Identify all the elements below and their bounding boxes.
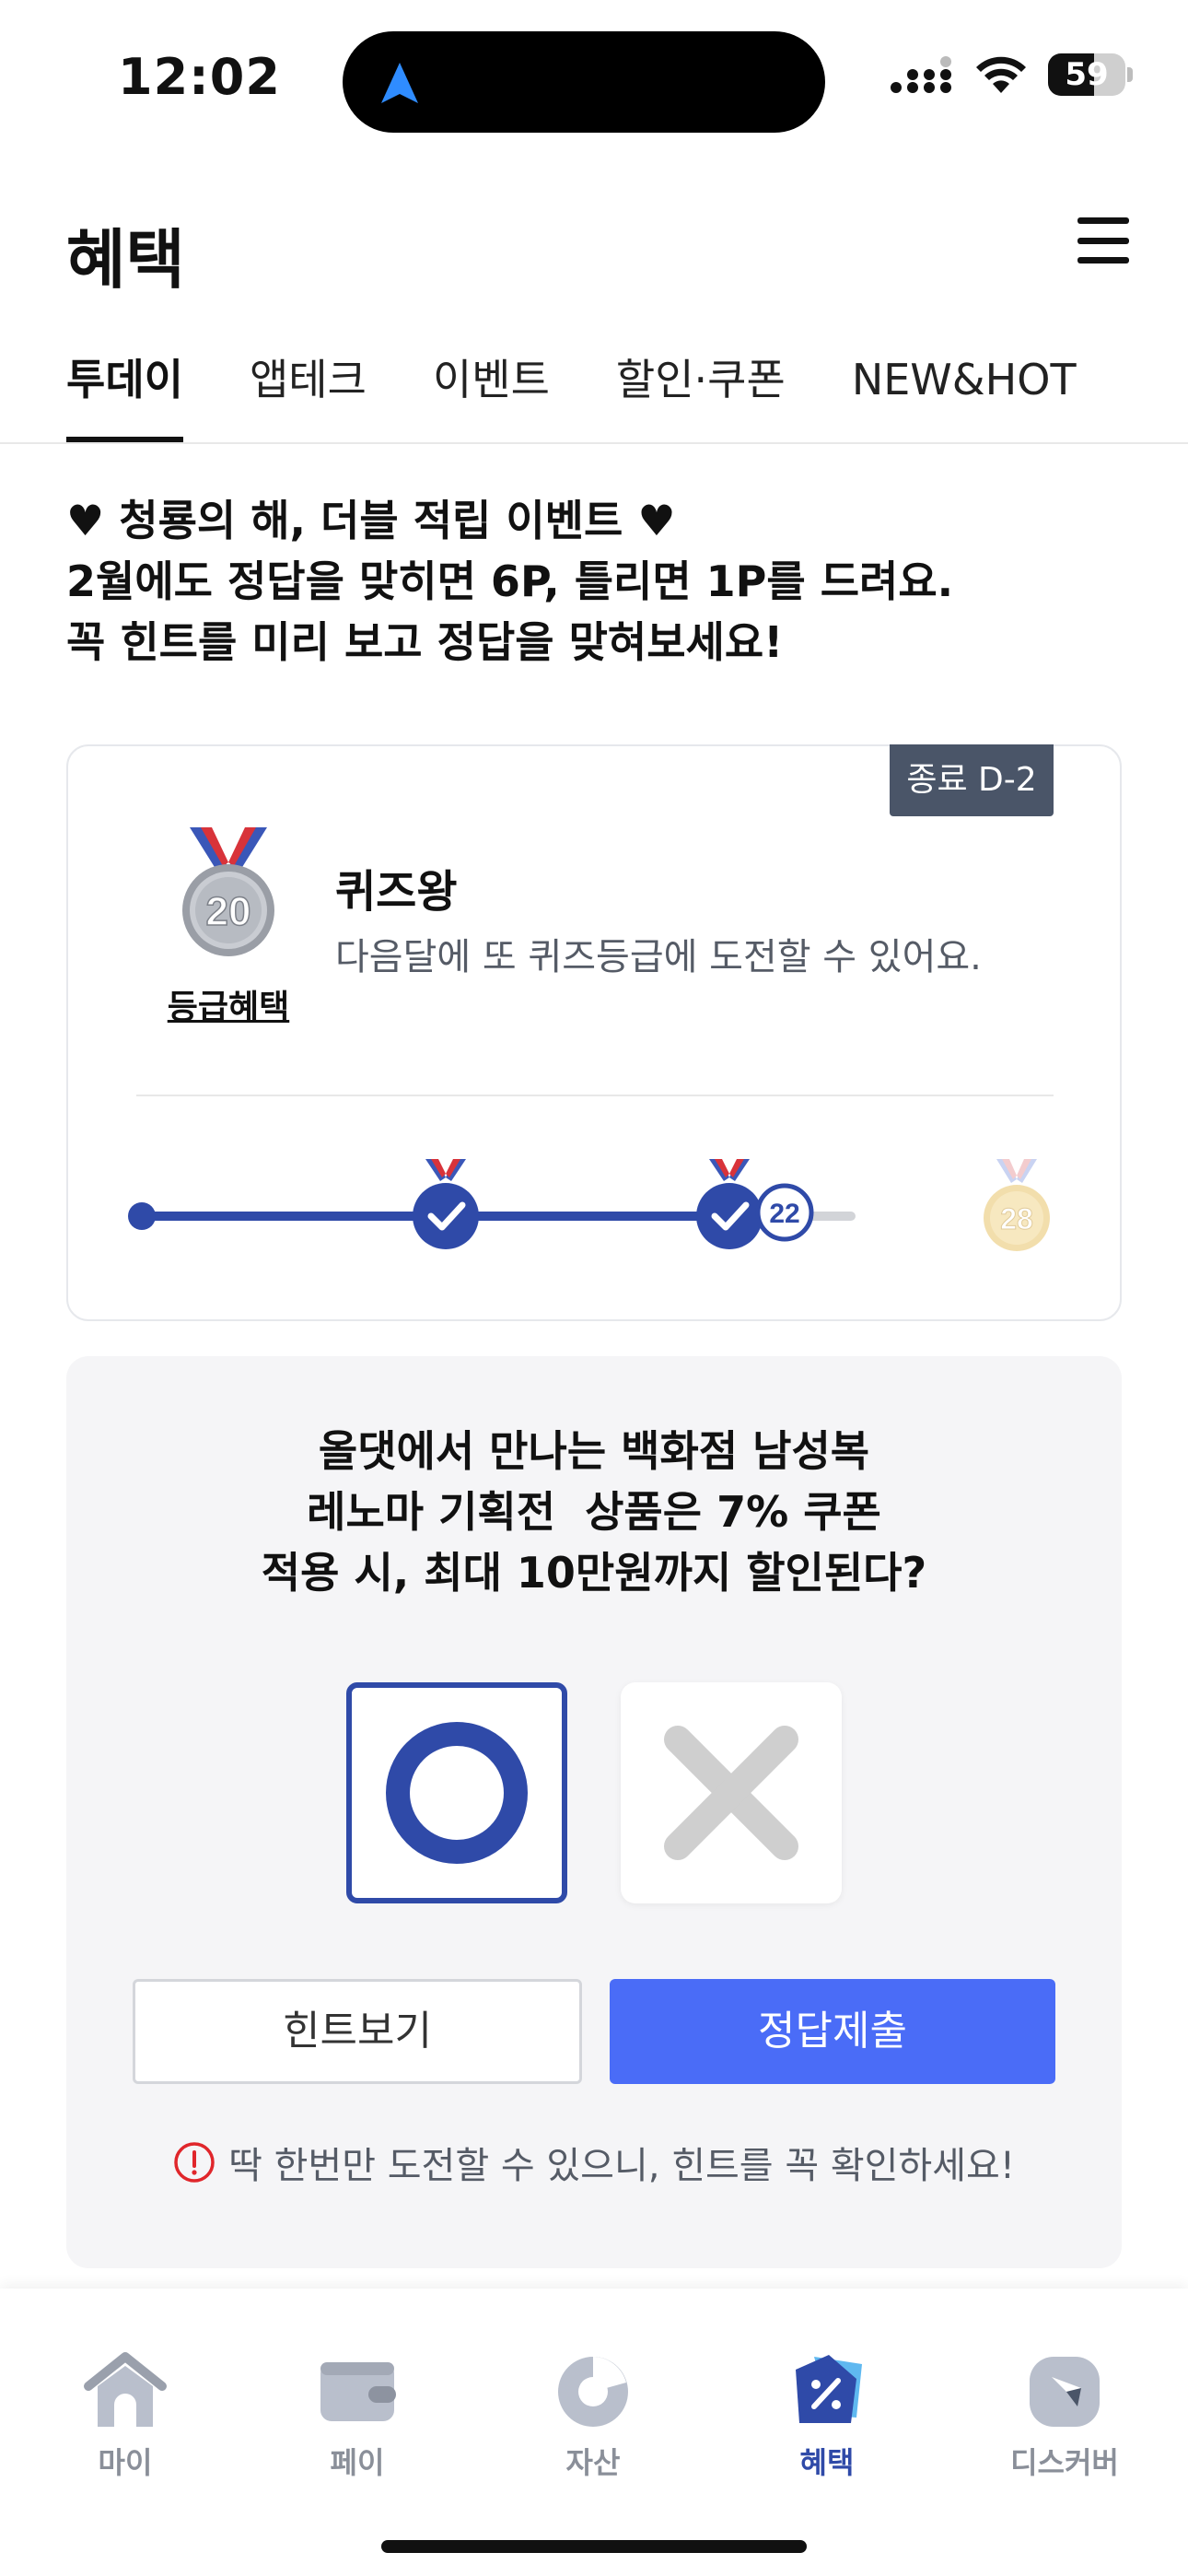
bottom-navigation: 마이 페이 자산 혜택 디스커버 (0, 2289, 1188, 2576)
nav-item-pay[interactable]: 페이 (274, 2346, 440, 2493)
checkpoint-2-check-icon (696, 1159, 763, 1249)
silver-medal-icon: 20 (182, 827, 274, 956)
nav-label-benefit: 혜택 (799, 2445, 855, 2480)
nav-item-assets[interactable]: 자산 (510, 2346, 676, 2493)
goal-gold-medal-icon: 28 (984, 1159, 1050, 1251)
dynamic-island (343, 31, 825, 133)
wifi-icon (976, 56, 1026, 93)
grade-name: 퀴즈왕 (335, 866, 458, 918)
compass-icon (1030, 2357, 1100, 2427)
cellular-signal-icon (891, 56, 951, 93)
nav-label-my: 마이 (98, 2445, 153, 2480)
end-dday-badge: 종료 D-2 (890, 744, 1054, 816)
tab-apptech[interactable]: 앱테크 (250, 354, 367, 442)
quiz-question: 올댓에서 만나는 백화점 남성복 레노마 기획전 상품은 7% 쿠폰 적용 시,… (66, 1421, 1122, 1603)
answer-x-button[interactable] (621, 1682, 842, 1903)
checkpoint-1-check-icon (413, 1159, 479, 1249)
tab-new-hot[interactable]: NEW&HOT (852, 354, 1077, 442)
exclamation-circle-icon (174, 2142, 215, 2183)
quiz-grade-card: 종료 D-2 20 등급혜택 퀴즈왕 다음달에 또 퀴즈등급에 도전할 수 있어… (66, 744, 1122, 1321)
pie-chart-icon (558, 2357, 628, 2427)
wallet-icon (320, 2362, 396, 2421)
question-line-1: 올댓에서 만나는 백화점 남성복 (318, 1426, 870, 1476)
question-line-2: 레노마 기획전 상품은 7% 쿠폰 (307, 1487, 881, 1537)
submit-answer-button[interactable]: 정답제출 (610, 1979, 1055, 2084)
quiz-card: 올댓에서 만나는 백화점 남성복 레노마 기획전 상품은 7% 쿠폰 적용 시,… (66, 1356, 1122, 2268)
cross-x-icon (664, 1726, 798, 1860)
battery-level: 59 (1065, 56, 1109, 93)
nav-label-discover: 디스커버 (1010, 2445, 1119, 2480)
page-title: 혜택 (66, 222, 185, 298)
nav-item-discover[interactable]: 디스커버 (982, 2346, 1147, 2493)
hamburger-menu-icon[interactable] (1077, 217, 1129, 263)
home-indicator (381, 2540, 807, 2553)
progress-start-dot (128, 1202, 156, 1230)
event-intro: ♥ 청룡의 해, 더블 적립 이벤트 ♥ 2월에도 정답을 맞히면 6P, 틀리… (66, 490, 953, 673)
home-icon (84, 2352, 167, 2427)
current-progress-value: 22 (769, 1199, 799, 1229)
warning-message: 딱 한번만 도전할 수 있으니, 힌트를 꼭 확인하세요! (66, 2136, 1122, 2189)
status-time: 12:02 (118, 48, 281, 106)
grade-benefit-link[interactable]: 등급혜택 (147, 980, 309, 1028)
nav-label-pay: 페이 (330, 2445, 385, 2480)
navigation-arrow-icon (381, 63, 418, 103)
intro-line-2: 2월에도 정답을 맞히면 6P, 틀리면 1P를 드려요. (66, 556, 954, 606)
nav-item-benefit[interactable]: 혜택 (744, 2346, 910, 2493)
tab-today[interactable]: 투데이 (66, 354, 183, 442)
grade-description: 다음달에 또 퀴즈등급에 도전할 수 있어요. (335, 936, 982, 978)
benefit-screen: 12:02 59 혜택 투데이 앱테크 이벤트 할인·쿠폰 NEW&HOT ♥ … (0, 0, 1188, 2576)
question-line-3: 적용 시, 최대 10만원까지 할인된다? (261, 1548, 927, 1598)
status-indicators: 59 (890, 52, 1133, 98)
intro-line-1: ♥ 청룡의 해, 더블 적립 이벤트 ♥ (66, 496, 676, 545)
tabs-divider (0, 442, 1188, 444)
intro-line-3: 꼭 힌트를 미리 보고 정답을 맞혀보세요! (66, 617, 784, 667)
current-progress-marker: 22 (755, 1183, 814, 1242)
view-hint-button[interactable]: 힌트보기 (133, 1979, 582, 2084)
category-tabs: 투데이 앱테크 이벤트 할인·쿠폰 NEW&HOT (66, 354, 1077, 442)
goal-progress-value: 28 (1000, 1202, 1033, 1235)
battery-icon: 59 (1048, 53, 1133, 96)
nav-label-assets: 자산 (565, 2445, 621, 2480)
tab-discount-coupon[interactable]: 할인·쿠폰 (616, 354, 786, 442)
warning-text: 딱 한번만 도전할 수 있으니, 힌트를 꼭 확인하세요! (228, 2145, 1015, 2187)
nav-item-my[interactable]: 마이 (42, 2346, 208, 2493)
card-divider (136, 1095, 1054, 1096)
grade-progress-track: 22 28 (128, 1159, 1050, 1251)
medal-number: 20 (206, 889, 251, 934)
circle-o-icon (386, 1722, 528, 1864)
answer-o-button[interactable] (346, 1682, 567, 1903)
benefit-tag-icon (796, 2355, 862, 2423)
tab-event[interactable]: 이벤트 (433, 354, 550, 442)
